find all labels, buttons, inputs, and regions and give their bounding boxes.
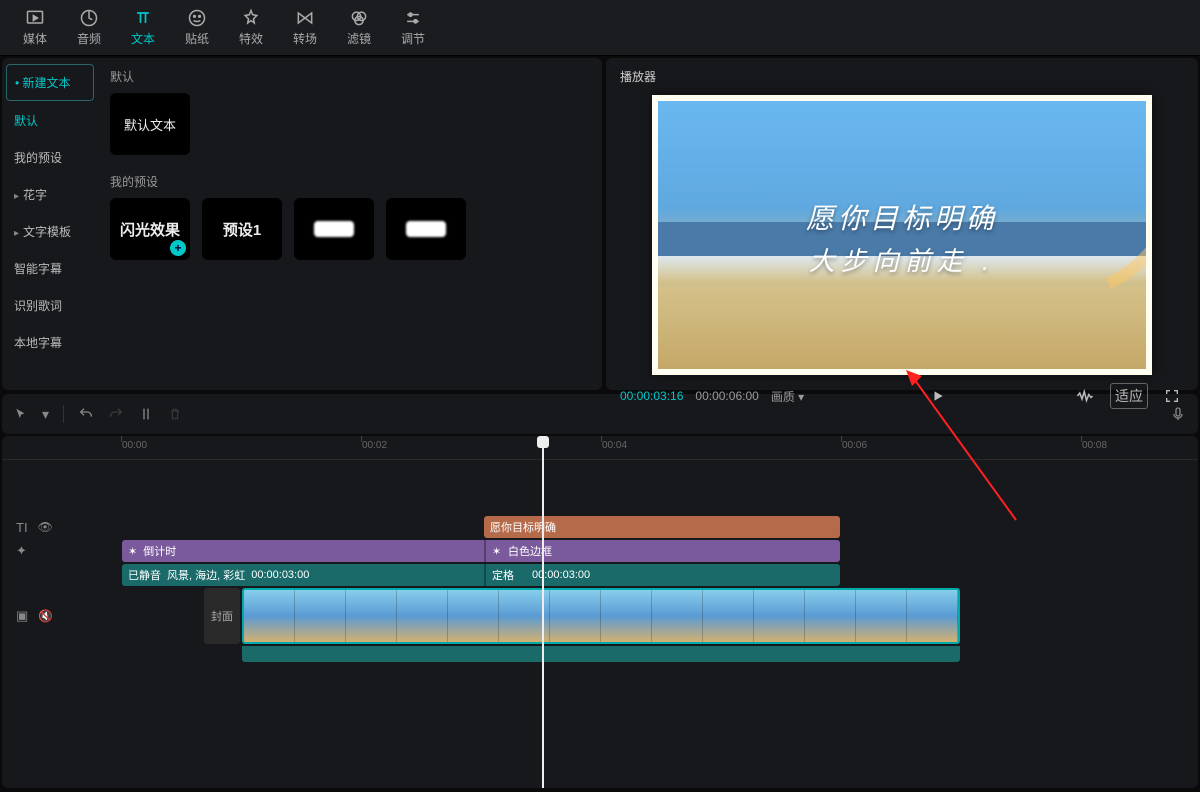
- cursor-dropdown[interactable]: ▾: [42, 406, 49, 423]
- player-controls: 00:00:03:16 00:00:06:00 画质 ▾ 适应: [606, 375, 1198, 417]
- mute-icon[interactable]: 🔇: [38, 609, 53, 623]
- tab-label: 音频: [77, 30, 101, 47]
- playhead[interactable]: [542, 436, 544, 788]
- tab-label: 贴纸: [185, 30, 209, 47]
- ruler-tick: 00:08: [1082, 440, 1107, 451]
- thumb-preset-3[interactable]: [294, 198, 374, 260]
- tab-sticker[interactable]: 贴纸: [170, 0, 224, 55]
- overlay-line2: 大步向前走 .: [658, 241, 1146, 278]
- ruler-tick: 00:04: [602, 440, 627, 451]
- sidebar-item-local-caption[interactable]: 本地字幕: [6, 325, 94, 360]
- preview-text-overlay: 愿你目标明确 大步向前走 .: [658, 197, 1146, 278]
- top-tabs: 媒体 音频 文本 贴纸 特效 转场 滤镜 调节: [0, 0, 1200, 56]
- cover-thumb[interactable]: 封面: [204, 588, 240, 644]
- sidebar-item-lyrics[interactable]: 识别歌词: [6, 288, 94, 323]
- ruler-tick: 00:02: [362, 440, 387, 451]
- text-icon: [133, 8, 153, 28]
- adjust-icon: [403, 8, 423, 28]
- tab-filter[interactable]: 滤镜: [332, 0, 386, 55]
- track-effects: ✦ ✶ 倒计时 ✶ 白色边框: [2, 540, 1198, 562]
- tab-text[interactable]: 文本: [116, 0, 170, 55]
- transition-icon: [295, 8, 315, 28]
- fx-track-icon: ✦: [16, 543, 27, 559]
- text-track-icon: TI: [16, 520, 28, 535]
- undo-button[interactable]: [78, 406, 94, 422]
- play-button[interactable]: [931, 389, 945, 403]
- clip-video-footer: [242, 646, 960, 662]
- sidebar-item-my-presets[interactable]: 我的预设: [6, 140, 94, 175]
- preset-preview: [314, 221, 354, 237]
- clip-label: 倒计时: [143, 543, 176, 559]
- filter-icon: [349, 8, 369, 28]
- fullscreen-icon[interactable]: [1160, 386, 1184, 406]
- clip-duration: 00:00:03:00: [251, 569, 309, 581]
- sidebar-item-fancy[interactable]: 花字: [6, 177, 94, 212]
- clip-name: 风景, 海边, 彩虹: [167, 567, 245, 583]
- thumb-preset-1[interactable]: 闪光效果+: [110, 198, 190, 260]
- audio-icon: [79, 8, 99, 28]
- thumb-preset-2[interactable]: 预设1: [202, 198, 282, 260]
- track-video-header: 已静音 风景, 海边, 彩虹 00:00:03:00 定格 00:00:03:0…: [2, 564, 1198, 586]
- waveform-icon[interactable]: [1072, 387, 1098, 405]
- library-panel: • 新建文本 默认 我的预设 花字 文字模板 智能字幕 识别歌词 本地字幕 默认…: [2, 58, 602, 390]
- add-icon[interactable]: +: [170, 240, 186, 256]
- sidebar-item-templates[interactable]: 文字模板: [6, 214, 94, 249]
- split-button[interactable]: [138, 406, 154, 422]
- timecode-duration: 00:00:06:00: [695, 389, 758, 403]
- timecode-current: 00:00:03:16: [620, 389, 683, 403]
- tab-audio[interactable]: 音频: [62, 0, 116, 55]
- track-text: TI 👁 愿你目标明确: [2, 516, 1198, 538]
- visibility-icon[interactable]: 👁: [38, 520, 53, 534]
- preview-canvas[interactable]: 愿你目标明确 大步向前走 .: [652, 95, 1152, 375]
- tab-transition[interactable]: 转场: [278, 0, 332, 55]
- ruler-tick: 00:06: [842, 440, 867, 451]
- redo-button[interactable]: [108, 406, 124, 422]
- clip-duration: 00:00:03:00: [532, 569, 590, 581]
- time-ruler[interactable]: 00:00 00:02 00:04 00:06 00:08: [2, 436, 1198, 460]
- clip-video-meta[interactable]: 已静音 风景, 海边, 彩虹 00:00:03:00 定格 00:00:03:0…: [122, 564, 840, 586]
- tab-label: 滤镜: [347, 30, 371, 47]
- clip-video[interactable]: [242, 588, 960, 644]
- ruler-tick: 00:00: [122, 440, 147, 451]
- overlay-line1: 愿你目标明确: [658, 197, 1146, 237]
- section-title-default: 默认: [110, 68, 590, 85]
- tab-label: 媒体: [23, 30, 47, 47]
- clip-segment-label: 定格: [492, 567, 514, 583]
- video-track-icon: ▣: [16, 608, 28, 624]
- effect-icon: [241, 8, 261, 28]
- tab-label: 文本: [131, 30, 155, 47]
- player-title: 播放器: [606, 58, 1198, 95]
- timeline[interactable]: 00:00 00:02 00:04 00:06 00:08 TI 👁 愿你目标明…: [2, 436, 1198, 788]
- tab-adjust[interactable]: 调节: [386, 0, 440, 55]
- mute-badge: 已静音: [128, 567, 161, 583]
- cursor-tool[interactable]: [14, 407, 28, 421]
- tab-label: 调节: [401, 30, 425, 47]
- text-sidebar: • 新建文本 默认 我的预设 花字 文字模板 智能字幕 识别歌词 本地字幕: [2, 58, 98, 390]
- clip-label: 白色边框: [508, 543, 552, 559]
- delete-button[interactable]: [168, 407, 182, 421]
- player-panel: 播放器 愿你目标明确 大步向前走 . 00:00:03:16 00:00:06:…: [606, 58, 1198, 390]
- tab-label: 转场: [293, 30, 317, 47]
- tab-media[interactable]: 媒体: [8, 0, 62, 55]
- thumb-preset-4[interactable]: [386, 198, 466, 260]
- sticker-icon: [187, 8, 207, 28]
- sidebar-item-new-text[interactable]: • 新建文本: [6, 64, 94, 101]
- library-area: 默认 默认文本 我的预设 闪光效果+ 预设1: [98, 58, 602, 390]
- media-icon: [25, 8, 45, 28]
- section-title-presets: 我的预设: [110, 173, 590, 190]
- mic-button[interactable]: [1170, 406, 1186, 422]
- thumb-default-text[interactable]: 默认文本: [110, 93, 190, 155]
- star-icon: ✶: [128, 545, 137, 558]
- preset-preview: [406, 221, 446, 237]
- clip-effect[interactable]: ✶ 倒计时 ✶ 白色边框: [122, 540, 840, 562]
- track-video: ▣ 🔇 封面: [2, 588, 1198, 644]
- sidebar-item-auto-caption[interactable]: 智能字幕: [6, 251, 94, 286]
- tab-effect[interactable]: 特效: [224, 0, 278, 55]
- star-icon: ✶: [492, 545, 501, 558]
- quality-selector[interactable]: 画质 ▾: [771, 388, 804, 405]
- sidebar-item-default[interactable]: 默认: [6, 103, 94, 138]
- tab-label: 特效: [239, 30, 263, 47]
- clip-text[interactable]: 愿你目标明确: [484, 516, 840, 538]
- fit-button[interactable]: 适应: [1110, 383, 1148, 409]
